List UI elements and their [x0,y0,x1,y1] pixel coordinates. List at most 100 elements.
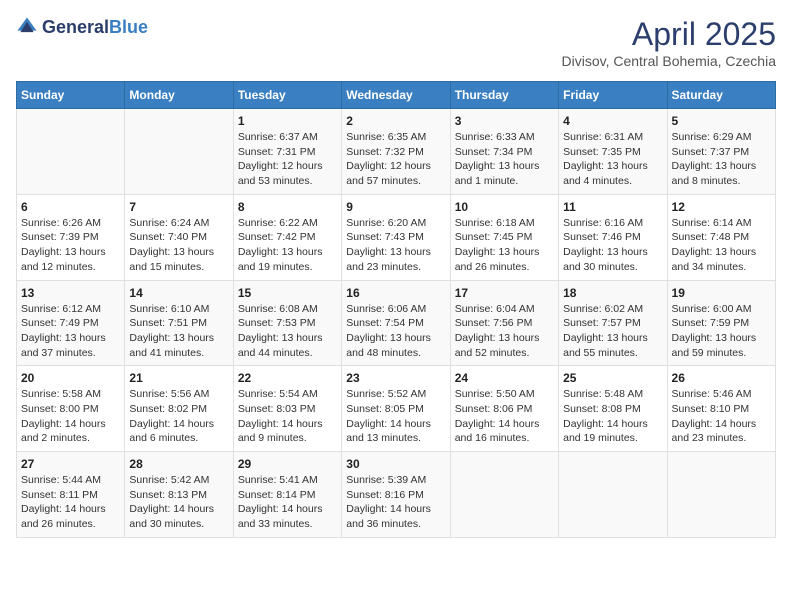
week-row-2: 6 Sunrise: 6:26 AM Sunset: 7:39 PM Daylig… [17,194,776,280]
day-detail: Sunrise: 6:33 AM Sunset: 7:34 PM Dayligh… [455,130,554,189]
day-number: 28 [129,457,228,471]
day-header-saturday: Saturday [667,82,775,109]
calendar-cell: 28 Sunrise: 5:42 AM Sunset: 8:13 PM Dayli… [125,452,233,538]
calendar-cell: 15 Sunrise: 6:08 AM Sunset: 7:53 PM Dayli… [233,280,341,366]
day-detail: Sunrise: 5:52 AM Sunset: 8:05 PM Dayligh… [346,387,445,446]
day-number: 19 [672,286,771,300]
calendar-cell [125,109,233,195]
day-detail: Sunrise: 6:35 AM Sunset: 7:32 PM Dayligh… [346,130,445,189]
calendar-cell: 3 Sunrise: 6:33 AM Sunset: 7:34 PM Daylig… [450,109,558,195]
day-number: 12 [672,200,771,214]
calendar-cell: 30 Sunrise: 5:39 AM Sunset: 8:16 PM Dayli… [342,452,450,538]
day-number: 9 [346,200,445,214]
calendar-cell: 23Sunrise: 5:52 AM Sunset: 8:05 PM Dayli… [342,366,450,452]
day-number: 6 [21,200,120,214]
day-detail: Sunrise: 5:54 AM Sunset: 8:03 PM Dayligh… [238,387,337,446]
day-detail: Sunrise: 6:37 AM Sunset: 7:31 PM Dayligh… [238,130,337,189]
title-block: April 2025 Divisov, Central Bohemia, Cze… [562,16,777,69]
calendar-cell: 13 Sunrise: 6:12 AM Sunset: 7:49 PM Dayli… [17,280,125,366]
day-number: 30 [346,457,445,471]
calendar-cell: 22 Sunrise: 5:54 AM Sunset: 8:03 PM Dayli… [233,366,341,452]
day-header-wednesday: Wednesday [342,82,450,109]
calendar-cell: 7 Sunrise: 6:24 AM Sunset: 7:40 PM Daylig… [125,194,233,280]
calendar-cell: 19 Sunrise: 6:00 AM Sunset: 7:59 PM Dayli… [667,280,775,366]
calendar-header: SundayMondayTuesdayWednesdayThursdayFrid… [17,82,776,109]
day-header-tuesday: Tuesday [233,82,341,109]
day-number: 21 [129,371,228,385]
day-number: 2 [346,114,445,128]
week-row-3: 13 Sunrise: 6:12 AM Sunset: 7:49 PM Dayli… [17,280,776,366]
day-detail: Sunrise: 6:29 AM Sunset: 7:37 PM Dayligh… [672,130,771,189]
day-number: 10 [455,200,554,214]
calendar-cell: 25Sunrise: 5:48 AM Sunset: 8:08 PM Dayli… [559,366,667,452]
logo: GeneralBlue [16,16,148,38]
day-detail: Sunrise: 6:06 AM Sunset: 7:54 PM Dayligh… [346,302,445,361]
day-detail: Sunrise: 6:08 AM Sunset: 7:53 PM Dayligh… [238,302,337,361]
day-detail: Sunrise: 6:00 AM Sunset: 7:59 PM Dayligh… [672,302,771,361]
day-detail: Sunrise: 6:10 AM Sunset: 7:51 PM Dayligh… [129,302,228,361]
day-detail: Sunrise: 5:42 AM Sunset: 8:13 PM Dayligh… [129,473,228,532]
day-number: 8 [238,200,337,214]
week-row-4: 20 Sunrise: 5:58 AM Sunset: 8:00 PM Dayli… [17,366,776,452]
calendar-cell: 4 Sunrise: 6:31 AM Sunset: 7:35 PM Daylig… [559,109,667,195]
day-header-friday: Friday [559,82,667,109]
day-detail: Sunrise: 6:02 AM Sunset: 7:57 PM Dayligh… [563,302,662,361]
logo-blue-text: Blue [109,17,148,37]
day-header-sunday: Sunday [17,82,125,109]
calendar-cell: 6 Sunrise: 6:26 AM Sunset: 7:39 PM Daylig… [17,194,125,280]
day-number: 7 [129,200,228,214]
day-detail: Sunrise: 6:22 AM Sunset: 7:42 PM Dayligh… [238,216,337,275]
day-detail: Sunrise: 6:16 AM Sunset: 7:46 PM Dayligh… [563,216,662,275]
day-number: 14 [129,286,228,300]
logo-general-text: General [42,17,109,37]
day-number: 15 [238,286,337,300]
day-detail: Sunrise: 5:48 AM Sunset: 8:08 PM Dayligh… [563,387,662,446]
calendar-cell: 18 Sunrise: 6:02 AM Sunset: 7:57 PM Dayli… [559,280,667,366]
calendar-cell: 21 Sunrise: 5:56 AM Sunset: 8:02 PM Dayli… [125,366,233,452]
day-detail: Sunrise: 5:50 AM Sunset: 8:06 PM Dayligh… [455,387,554,446]
day-number: 20 [21,371,120,385]
day-detail: Sunrise: 5:44 AM Sunset: 8:11 PM Dayligh… [21,473,120,532]
day-number: 13 [21,286,120,300]
week-row-1: 1 Sunrise: 6:37 AM Sunset: 7:31 PM Daylig… [17,109,776,195]
day-number: 29 [238,457,337,471]
logo-icon [16,16,38,38]
day-detail: Sunrise: 6:31 AM Sunset: 7:35 PM Dayligh… [563,130,662,189]
day-detail: Sunrise: 5:58 AM Sunset: 8:00 PM Dayligh… [21,387,120,446]
day-number: 4 [563,114,662,128]
calendar-cell [450,452,558,538]
day-detail: Sunrise: 6:26 AM Sunset: 7:39 PM Dayligh… [21,216,120,275]
day-headers-row: SundayMondayTuesdayWednesdayThursdayFrid… [17,82,776,109]
day-number: 1 [238,114,337,128]
day-number: 5 [672,114,771,128]
day-detail: Sunrise: 5:41 AM Sunset: 8:14 PM Dayligh… [238,473,337,532]
calendar-cell: 20 Sunrise: 5:58 AM Sunset: 8:00 PM Dayli… [17,366,125,452]
day-detail: Sunrise: 6:04 AM Sunset: 7:56 PM Dayligh… [455,302,554,361]
day-number: 18 [563,286,662,300]
day-number: 3 [455,114,554,128]
day-number: 24 [455,371,554,385]
calendar-cell [17,109,125,195]
day-detail: Sunrise: 6:24 AM Sunset: 7:40 PM Dayligh… [129,216,228,275]
calendar-cell: 26 Sunrise: 5:46 AM Sunset: 8:10 PM Dayli… [667,366,775,452]
calendar-table: SundayMondayTuesdayWednesdayThursdayFrid… [16,81,776,538]
week-row-5: 27Sunrise: 5:44 AM Sunset: 8:11 PM Dayli… [17,452,776,538]
day-detail: Sunrise: 6:18 AM Sunset: 7:45 PM Dayligh… [455,216,554,275]
calendar-cell: 2 Sunrise: 6:35 AM Sunset: 7:32 PM Daylig… [342,109,450,195]
day-detail: Sunrise: 5:46 AM Sunset: 8:10 PM Dayligh… [672,387,771,446]
calendar-cell [559,452,667,538]
day-header-thursday: Thursday [450,82,558,109]
calendar-cell: 17Sunrise: 6:04 AM Sunset: 7:56 PM Dayli… [450,280,558,366]
calendar-cell: 8 Sunrise: 6:22 AM Sunset: 7:42 PM Daylig… [233,194,341,280]
day-detail: Sunrise: 5:39 AM Sunset: 8:16 PM Dayligh… [346,473,445,532]
day-number: 26 [672,371,771,385]
calendar-body: 1 Sunrise: 6:37 AM Sunset: 7:31 PM Daylig… [17,109,776,538]
calendar-cell: 9Sunrise: 6:20 AM Sunset: 7:43 PM Daylig… [342,194,450,280]
day-number: 22 [238,371,337,385]
day-detail: Sunrise: 6:12 AM Sunset: 7:49 PM Dayligh… [21,302,120,361]
day-detail: Sunrise: 5:56 AM Sunset: 8:02 PM Dayligh… [129,387,228,446]
day-number: 11 [563,200,662,214]
calendar-cell: 27Sunrise: 5:44 AM Sunset: 8:11 PM Dayli… [17,452,125,538]
calendar-cell: 11 Sunrise: 6:16 AM Sunset: 7:46 PM Dayli… [559,194,667,280]
calendar-cell: 16Sunrise: 6:06 AM Sunset: 7:54 PM Dayli… [342,280,450,366]
